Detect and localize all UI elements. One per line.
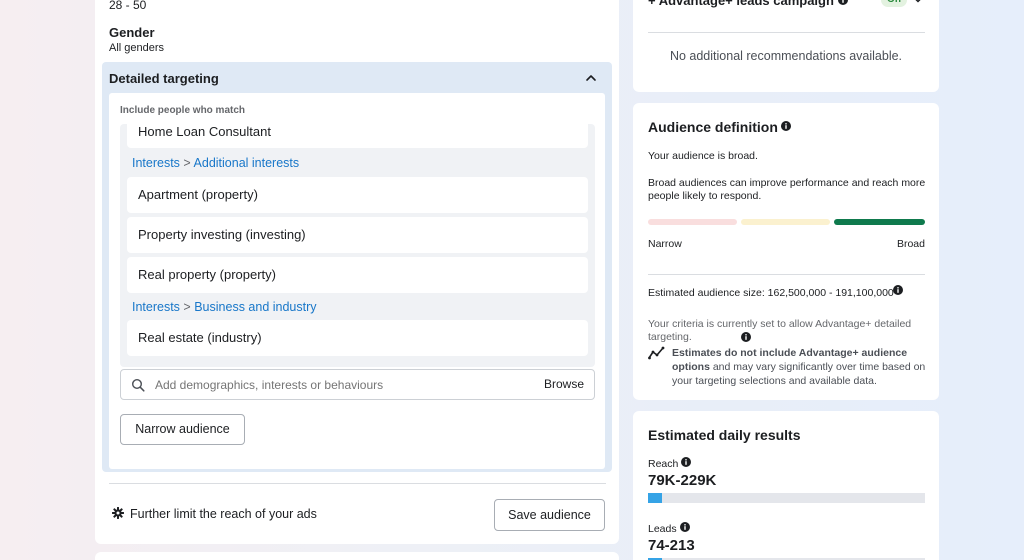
list-item-label: Real estate (industry) [138,330,262,345]
reach-bar [648,493,925,503]
meter-segment-broad [834,219,925,225]
category-separator: > [183,156,191,170]
divider [648,32,925,33]
browse-button[interactable]: Browse [544,377,584,391]
category-child[interactable]: Business and industry [194,300,316,314]
chevron-up-icon[interactable] [584,71,598,85]
audience-status: Your audience is broad. [648,150,758,162]
advantage-card: + Advantage+ leads campaign On No additi… [633,0,939,92]
save-audience-button[interactable]: Save audience [494,499,605,531]
list-item-label: Apartment (property) [138,187,258,202]
info-icon[interactable] [781,121,791,131]
list-item[interactable]: Apartment (property) [127,177,588,213]
next-section-card [95,552,619,560]
targeting-list[interactable]: Home Loan Consultant Interests > Additio… [120,124,595,367]
category-breadcrumb: Interests > Additional interests [132,156,299,170]
list-item[interactable]: Home Loan Consultant [127,124,588,148]
info-icon[interactable] [681,457,691,467]
daily-results-card: Estimated daily results Reach 79K-229K L… [633,411,939,560]
advantage-toggle[interactable]: On [881,0,907,7]
category-child[interactable]: Additional interests [194,156,300,170]
detailed-targeting-panel: Detailed targeting Include people who ma… [102,62,612,472]
targeting-card: 28 - 50 Gender All genders Detailed targ… [95,0,619,544]
advantage-title-text: + Advantage+ leads campaign [648,0,834,8]
estimate-note-rest: and may vary significantly over time bas… [672,361,926,387]
advantage-title: + Advantage+ leads campaign [648,0,848,8]
search-icon [131,378,145,392]
divider [648,274,925,275]
list-item-label: Home Loan Consultant [138,124,271,139]
include-label: Include people who match [120,105,246,116]
list-item[interactable]: Real property (property) [127,257,588,293]
category-breadcrumb: Interests > Business and industry [132,300,317,314]
category-separator: > [183,300,191,314]
meter-segment-mid [741,219,830,225]
gender-value: All genders [109,42,165,54]
criteria-text: Your criteria is currently set to allow … [648,318,912,343]
estimate-note: Estimates do not include Advantage+ audi… [672,346,930,388]
detailed-targeting-title: Detailed targeting [109,71,219,86]
meter-narrow-label: Narrow [648,238,682,250]
gender-title: Gender [109,25,155,40]
reach-label: Reach [648,458,679,470]
reach-value: 79K-229K [648,472,717,489]
audience-definition-card: Audience definition Your audience is bro… [633,103,939,400]
meter-segment-narrow [648,219,737,225]
info-icon[interactable] [837,0,848,5]
list-item[interactable]: Property investing (investing) [127,217,588,253]
detailed-targeting-body: Include people who match Home Loan Consu… [109,93,605,469]
daily-results-title: Estimated daily results [648,427,801,443]
info-icon[interactable] [680,522,690,532]
search-input[interactable] [155,370,515,399]
list-item-label: Real property (property) [138,267,276,282]
meter-broad-label: Broad [896,238,925,250]
category-parent[interactable]: Interests [132,300,180,314]
further-limit-link[interactable]: Further limit the reach of your ads [130,507,317,521]
audience-description: Broad audiences can improve performance … [648,177,926,202]
estimated-audience-size: Estimated audience size: 162,500,000 - 1… [648,287,894,299]
category-parent[interactable]: Interests [132,156,180,170]
age-range-value: 28 - 50 [109,0,147,12]
targeting-search[interactable]: Browse [120,369,595,400]
gear-icon [112,507,124,519]
audience-definition-title: Audience definition [648,119,778,135]
leads-label: Leads [648,523,677,535]
narrow-audience-button[interactable]: Narrow audience [120,414,245,445]
divider [109,483,606,484]
trend-icon [648,346,665,360]
info-icon[interactable] [893,285,903,295]
no-recommendations-text: No additional recommendations available. [669,49,903,63]
chevron-down-icon[interactable] [913,0,923,5]
list-item-label: Property investing (investing) [138,227,306,242]
info-icon[interactable] [741,332,751,342]
reach-bar-fill [648,493,662,503]
leads-value: 74-213 [648,537,695,554]
list-item[interactable]: Real estate (industry) [127,320,588,356]
